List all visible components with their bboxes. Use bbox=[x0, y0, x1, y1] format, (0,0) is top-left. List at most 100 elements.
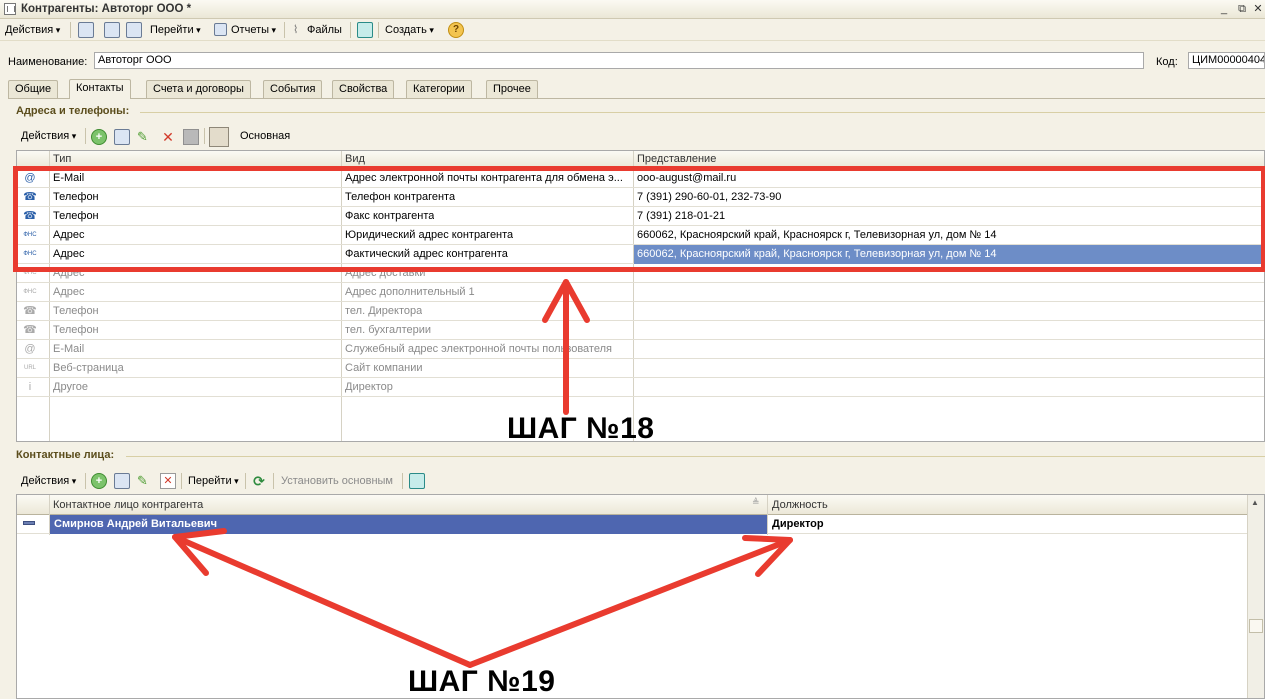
contacts-actions-menu[interactable]: Действия bbox=[21, 473, 76, 489]
table-row[interactable]: i Другое Директор bbox=[17, 378, 1264, 397]
presentation-cell[interactable]: 660062, Красноярский край, Красноярск г,… bbox=[637, 248, 997, 260]
kind-cell[interactable]: тел. Директора bbox=[345, 305, 422, 317]
table-row[interactable]: Смирнов Андрей Витальевич Директор bbox=[17, 515, 1264, 534]
tab-other[interactable]: Прочее bbox=[486, 80, 538, 98]
kind-cell[interactable]: Сайт компании bbox=[345, 362, 422, 374]
table-row[interactable]: URL Веб-страница Сайт компании bbox=[17, 359, 1264, 378]
edit-contact-icon[interactable]: ✎ bbox=[137, 473, 153, 489]
type-cell[interactable]: E-Mail bbox=[53, 172, 84, 184]
row-type-icon: ☎ bbox=[23, 191, 37, 203]
tab-events[interactable]: События bbox=[263, 80, 323, 98]
table-row[interactable]: ФНС Адрес Юридический адрес контрагента 660… bbox=[17, 226, 1264, 245]
presentation-cell[interactable]: 660062, Красноярский край, Красноярск г,… bbox=[637, 229, 997, 241]
type-cell[interactable]: Адрес bbox=[53, 267, 85, 279]
column-header-contact-person[interactable]: Контактное лицо контрагента bbox=[53, 499, 203, 511]
name-field[interactable]: Автоторг ООО bbox=[94, 52, 1144, 69]
type-cell[interactable]: Телефон bbox=[53, 210, 99, 222]
minimize-button[interactable]: _ bbox=[1216, 2, 1232, 16]
goto-menu[interactable]: Перейти bbox=[150, 22, 201, 38]
type-cell[interactable]: Адрес bbox=[53, 229, 85, 241]
contact-position-cell[interactable]: Директор bbox=[772, 518, 824, 530]
save-disk-icon[interactable] bbox=[183, 129, 199, 145]
close-button[interactable]: ✕ bbox=[1250, 2, 1265, 16]
addresses-grid: Тип Вид Представление @ E-Mail Адрес элект… bbox=[16, 150, 1265, 442]
type-cell[interactable]: Адрес bbox=[53, 286, 85, 298]
reports-icon bbox=[214, 23, 227, 36]
presentation-cell[interactable]: 7 (391) 290-60-01, 232-73-90 bbox=[637, 191, 781, 203]
addresses-grid-header: Тип Вид Представление bbox=[17, 151, 1264, 168]
table-row[interactable]: ФНС Адрес Адрес дополнительный 1 bbox=[17, 283, 1264, 302]
column-header-position[interactable]: Должность bbox=[772, 499, 828, 511]
delete-icon[interactable]: ✕ bbox=[160, 129, 176, 145]
tab-categories[interactable]: Категории bbox=[406, 80, 472, 98]
help-icon[interactable]: ? bbox=[448, 22, 464, 38]
type-cell[interactable]: Веб-страница bbox=[53, 362, 124, 374]
save-write-icon[interactable] bbox=[78, 22, 94, 38]
addresses-actions-menu[interactable]: Действия bbox=[21, 128, 76, 144]
refresh-icon[interactable]: ⟳ bbox=[251, 473, 267, 489]
column-header-presentation[interactable]: Представление bbox=[637, 153, 716, 165]
type-cell[interactable]: Телефон bbox=[53, 191, 99, 203]
scroll-up-icon[interactable]: ▲ bbox=[1251, 498, 1259, 507]
vertical-scrollbar[interactable]: ▲ bbox=[1247, 495, 1264, 698]
table-row[interactable]: @ E-Mail Служебный адрес электронной почты… bbox=[17, 340, 1264, 359]
kind-cell[interactable]: Служебный адрес электронной почты пользо… bbox=[345, 343, 612, 355]
contact-email-icon[interactable] bbox=[409, 473, 425, 489]
table-row[interactable]: ФНС Адрес Адрес доставки bbox=[17, 264, 1264, 283]
main-address-button[interactable]: Основная bbox=[240, 128, 290, 144]
reports-menu[interactable]: Отчеты bbox=[231, 22, 276, 38]
table-row[interactable]: ФНС Адрес Фактический адрес контрагента 660… bbox=[17, 245, 1264, 264]
tab-properties[interactable]: Свойства bbox=[332, 80, 395, 98]
contacts-goto-menu[interactable]: Перейти bbox=[188, 473, 239, 489]
section-divider bbox=[126, 456, 1265, 457]
kind-cell[interactable]: Адрес доставки bbox=[345, 267, 425, 279]
kind-cell[interactable]: Адрес дополнительный 1 bbox=[345, 286, 475, 298]
catalog-icon bbox=[4, 3, 16, 15]
table-row[interactable]: @ E-Mail Адрес электронной почты контраген… bbox=[17, 169, 1264, 188]
table-row[interactable]: ☎ Телефон тел. Директора bbox=[17, 302, 1264, 321]
kind-cell[interactable]: тел. бухгалтерии bbox=[345, 324, 431, 336]
type-cell[interactable]: Другое bbox=[53, 381, 88, 393]
tab-contacts[interactable]: Контакты bbox=[69, 79, 131, 99]
contact-name-cell[interactable]: Смирнов Андрей Витальевич bbox=[54, 518, 217, 530]
presentation-cell[interactable]: 7 (391) 218-01-21 bbox=[637, 210, 725, 222]
actions-menu[interactable]: Действия bbox=[5, 22, 60, 38]
tab-general[interactable]: Общие bbox=[8, 80, 59, 98]
set-main-button[interactable]: Установить основным bbox=[281, 473, 393, 489]
kind-cell[interactable]: Адрес электронной почты контрагента для … bbox=[345, 172, 623, 184]
add-icon[interactable]: + bbox=[91, 129, 107, 145]
kind-cell[interactable]: Фактический адрес контрагента bbox=[345, 248, 508, 260]
type-cell[interactable]: E-Mail bbox=[53, 343, 84, 355]
code-field[interactable]: ЦИМ00000404 bbox=[1188, 52, 1265, 69]
create-menu[interactable]: Создать bbox=[385, 22, 434, 38]
type-cell[interactable]: Телефон bbox=[53, 324, 99, 336]
main-address-toggle-icon[interactable] bbox=[209, 127, 229, 147]
table-row[interactable]: ☎ Телефон Факс контрагента 7 (391) 218-01-2… bbox=[17, 207, 1264, 226]
toolbar-separator bbox=[204, 128, 205, 144]
type-cell[interactable]: Телефон bbox=[53, 305, 99, 317]
email-icon[interactable] bbox=[357, 22, 373, 38]
row-type-icon: @ bbox=[24, 343, 36, 355]
toolbar-separator bbox=[85, 473, 86, 489]
post-icon[interactable] bbox=[126, 22, 142, 38]
tab-accounts-contracts[interactable]: Счета и договоры bbox=[146, 80, 251, 98]
column-header-kind[interactable]: Вид bbox=[345, 153, 365, 165]
table-row[interactable]: ☎ Телефон Телефон контрагента 7 (391) 290-6… bbox=[17, 188, 1264, 207]
kind-cell[interactable]: Директор bbox=[345, 381, 393, 393]
copy-contact-icon[interactable] bbox=[114, 473, 130, 489]
delete-contact-icon[interactable]: ✕ bbox=[160, 473, 176, 489]
restore-button[interactable]: ⧉ bbox=[1234, 2, 1250, 16]
copy-icon[interactable] bbox=[104, 22, 120, 38]
edit-pencil-icon[interactable]: ✎ bbox=[137, 129, 153, 145]
column-header-type[interactable]: Тип bbox=[53, 153, 71, 165]
presentation-cell[interactable]: ooo-august@mail.ru bbox=[637, 172, 736, 184]
files-button[interactable]: Файлы bbox=[307, 22, 342, 38]
scroll-thumb[interactable] bbox=[1249, 619, 1263, 633]
add-contact-icon[interactable]: + bbox=[91, 473, 107, 489]
kind-cell[interactable]: Факс контрагента bbox=[345, 210, 434, 222]
copy-row-icon[interactable] bbox=[114, 129, 130, 145]
kind-cell[interactable]: Юридический адрес контрагента bbox=[345, 229, 513, 241]
type-cell[interactable]: Адрес bbox=[53, 248, 85, 260]
kind-cell[interactable]: Телефон контрагента bbox=[345, 191, 455, 203]
table-row[interactable]: ☎ Телефон тел. бухгалтерии bbox=[17, 321, 1264, 340]
